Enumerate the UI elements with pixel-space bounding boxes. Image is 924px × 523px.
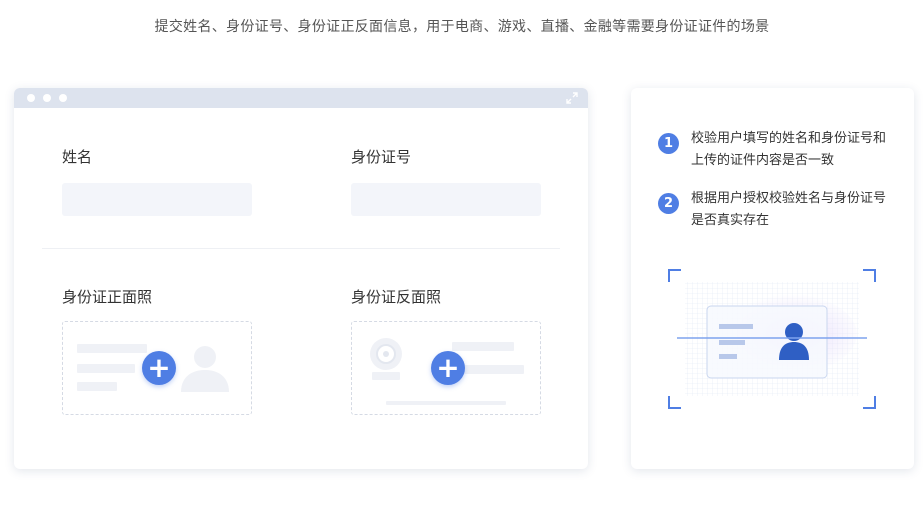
id-back-plus-icon[interactable]: +: [431, 351, 465, 385]
info-card: 1 校验用户填写的姓名和身份证号和上传的证件内容是否一致 2 根据用户授权校验姓…: [631, 88, 914, 469]
placeholder-line: [386, 401, 506, 405]
id-back-label: 身份证反面照: [351, 288, 442, 306]
id-back-upload[interactable]: +: [351, 321, 541, 415]
name-label: 姓名: [62, 148, 93, 166]
window-dot-icon: [43, 94, 51, 102]
step-text: 校验用户填写的姓名和身份证号和上传的证件内容是否一致: [691, 131, 887, 168]
step-number-badge: 2: [658, 193, 679, 214]
expand-icon[interactable]: [565, 91, 579, 105]
step-text: 根据用户授权校验姓名与身份证号是否真实存在: [691, 191, 887, 228]
placeholder-line: [452, 342, 514, 351]
placeholder-line: [77, 382, 117, 391]
name-input[interactable]: [62, 183, 252, 216]
window-titlebar: [14, 88, 588, 108]
window-dot-icon: [27, 94, 35, 102]
emblem-icon: [370, 338, 402, 380]
form-window: 姓名 身份证号 身份证正面照 + 身份证反面照 +: [14, 88, 588, 469]
id-number-label: 身份证号: [351, 148, 412, 166]
step-number-badge: 1: [658, 133, 679, 154]
id-scan-illustration: [668, 269, 876, 409]
person-icon: [181, 346, 229, 392]
placeholder-line: [77, 344, 147, 353]
window-dot-icon: [59, 94, 67, 102]
page-subtitle: 提交姓名、身份证号、身份证正反面信息，用于电商、游戏、直播、金融等需要身份证证件…: [154, 19, 770, 35]
placeholder-line: [77, 364, 135, 373]
id-number-input[interactable]: [351, 183, 541, 216]
id-front-upload[interactable]: +: [62, 321, 252, 415]
id-front-label: 身份证正面照: [62, 288, 153, 306]
form-divider: [42, 248, 560, 249]
id-front-plus-icon[interactable]: +: [142, 351, 176, 385]
